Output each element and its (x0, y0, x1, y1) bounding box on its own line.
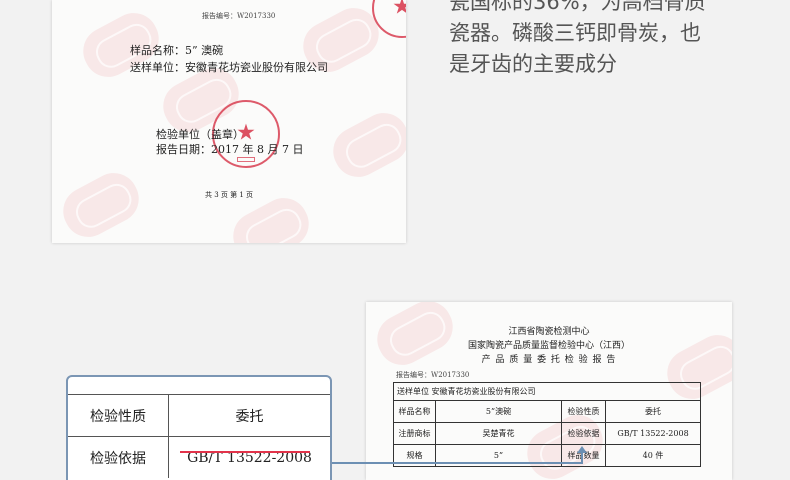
table-row: 注册商标 吴楚青花 检验依据 GB/T 13522-2008 (393, 422, 701, 445)
center-subtitle: 国家陶瓷产品质量监督检验中心（江西） (467, 341, 630, 351)
zoom-callout: 检验性质 委托 检验依据 GB/T 13522-2008 (66, 375, 332, 480)
table-row: 样品名称 5”澳碗 检验性质 委托 (393, 400, 701, 423)
callout-connector-line (581, 452, 583, 464)
zoom-label: 检验依据 (90, 450, 146, 467)
inspection-unit: 检验单位（盖章） (156, 128, 244, 141)
description-line: 是牙齿的主要成分 (449, 52, 617, 76)
table-cell: 吴楚青花 (435, 422, 562, 445)
sender-cell: 送样单位 安徽青花坊瓷业股份有限公司 (393, 382, 701, 401)
report-number: 报告编号：W2017330 (202, 12, 276, 20)
table-cell: GB/T 13522-2008 (605, 422, 701, 445)
table-cell: 检验依据 (561, 422, 606, 445)
description-text: 瓷国标的36%，为高档骨质 瓷器。磷酸三钙即骨炭，也 是牙齿的主要成分 (449, 0, 769, 80)
report-number: 报告编号：W2017330 (396, 371, 470, 379)
arrow-up-icon (577, 446, 587, 453)
description-line: 瓷国标的36%，为高档骨质 (449, 0, 706, 14)
center-title: 江西省陶瓷检测中心 (508, 327, 590, 337)
table-cell: 检验性质 (561, 400, 606, 423)
table-cell: 委托 (605, 400, 701, 423)
zoom-row: 检验性质 委托 (68, 394, 330, 436)
inspection-table: 送样单位 安徽青花坊瓷业股份有限公司 样品名称 5”澳碗 检验性质 委托 注册商… (393, 382, 701, 467)
inspection-report-page: 江西省陶瓷检测中心 国家陶瓷产品质量监督检验中心（江西） 产 品 质 量 委 托… (366, 302, 732, 480)
zoom-value: 委托 (168, 395, 330, 436)
sender-unit: 送样单位：安徽青花坊瓷业股份有限公司 (130, 61, 328, 74)
table-row: 送样单位 安徽青花坊瓷业股份有限公司 (393, 382, 701, 401)
zoom-value: GB/T 13522-2008 (168, 437, 330, 478)
table-cell: 40 件 (605, 444, 701, 467)
page-number: 共 3 页 第 1 页 (205, 191, 254, 199)
callout-connector-line (332, 462, 583, 464)
report-date: 报告日期：2017 年 8 月 7 日 (156, 143, 304, 156)
highlight-underline (180, 451, 310, 453)
table-cell: 样品名称 (393, 400, 436, 423)
description-line: 瓷器。磷酸三钙即骨炭，也 (449, 21, 701, 45)
sample-name: 样品名称：5” 澳碗 (130, 44, 224, 57)
table-cell: 注册商标 (393, 422, 436, 445)
report-cover-page: 报告编号：W2017330 ★ 样品名称：5” 澳碗 送样单位：安徽青花坊瓷业股… (52, 0, 406, 243)
table-cell: 5”澳碗 (435, 400, 562, 423)
zoom-row: 检验依据 GB/T 13522-2008 (68, 436, 330, 478)
watermark-stamp (324, 104, 406, 186)
zoom-label: 检验性质 (90, 408, 146, 425)
watermark-stamp (54, 164, 148, 243)
report-title: 产 品 质 量 委 托 检 验 报 告 (481, 355, 617, 365)
